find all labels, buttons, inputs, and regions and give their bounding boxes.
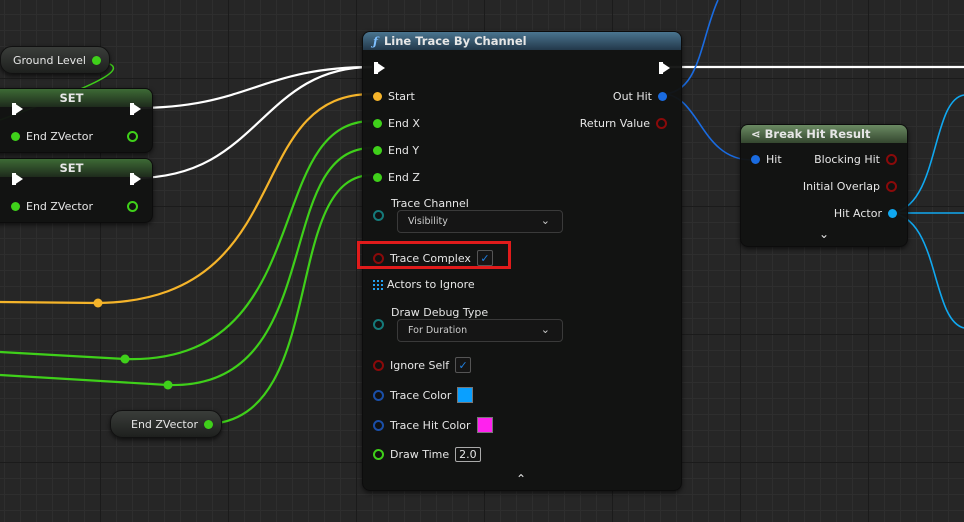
- set-title: SET: [59, 161, 84, 175]
- pin-initial-overlap: Initial Overlap: [802, 180, 880, 193]
- line-trace-node[interactable]: ƒ Line Trace By Channel Start End X End …: [357, 31, 682, 491]
- exec-out-pin[interactable]: [659, 62, 670, 74]
- dropdown-value: For Duration: [408, 325, 468, 336]
- float-out-pin[interactable]: [127, 131, 138, 142]
- node-title: Break Hit Result: [764, 127, 871, 141]
- array-icon[interactable]: [373, 279, 383, 290]
- exec-wire: [134, 65, 373, 110]
- pin-start: Start: [388, 90, 415, 103]
- exec-in-pin[interactable]: [12, 173, 23, 185]
- pin-blocking-hit: Blocking Hit: [814, 153, 880, 166]
- set-title: SET: [59, 91, 84, 105]
- channel-pin[interactable]: [373, 210, 384, 221]
- bool-pin[interactable]: [373, 359, 384, 371]
- exec-in-pin[interactable]: [374, 62, 385, 74]
- ground-level-node[interactable]: Ground Level: [0, 46, 110, 74]
- pin-end-z: End Z: [388, 171, 420, 184]
- float-pin[interactable]: [204, 419, 213, 429]
- pin-label: End ZVector: [26, 200, 93, 213]
- chevron-down-icon: ⌄: [540, 214, 550, 227]
- float-pin[interactable]: [373, 173, 382, 182]
- exec-out-pin[interactable]: [130, 103, 141, 115]
- float-pin[interactable]: [373, 449, 384, 460]
- trace-hit-color-swatch[interactable]: [476, 417, 493, 433]
- pin-actors-to-ignore: Actors to Ignore: [387, 278, 475, 291]
- reroute-knot: [120, 354, 130, 364]
- color-pin[interactable]: [373, 389, 384, 401]
- break-hit-result-node[interactable]: ⋖ Break Hit Result Hit Blocking Hit Init…: [740, 124, 908, 247]
- float-pin[interactable]: [11, 132, 20, 141]
- pin-end-y: End Y: [388, 144, 420, 157]
- pin-draw-time: Draw Time: [390, 448, 450, 461]
- bool-pin[interactable]: [886, 181, 897, 192]
- node-title: Line Trace By Channel: [383, 34, 527, 48]
- bool-pin[interactable]: [886, 154, 897, 165]
- exec-out-pin[interactable]: [130, 173, 141, 185]
- reroute-knot: [93, 298, 103, 308]
- chevron-down-icon: ⌄: [540, 323, 550, 336]
- float-pin[interactable]: [92, 55, 101, 65]
- float-pin[interactable]: [373, 146, 382, 155]
- highlight-box: [357, 241, 511, 269]
- pin-end-x: End X: [388, 117, 420, 130]
- trace-channel-dropdown[interactable]: Visibility ⌄: [397, 210, 563, 233]
- draw-debug-type-dropdown[interactable]: For Duration ⌄: [397, 319, 563, 342]
- draw-time-input[interactable]: 2.0: [455, 447, 481, 462]
- break-struct-icon: ⋖: [751, 127, 761, 141]
- reroute-knot: [163, 380, 173, 390]
- pin-hit: Hit: [766, 153, 782, 166]
- ignore-self-checkbox[interactable]: ✓: [455, 357, 472, 373]
- set-node[interactable]: SET End ZVector: [0, 88, 153, 153]
- object-pin[interactable]: [888, 209, 897, 218]
- struct-pin[interactable]: [751, 155, 760, 164]
- end-zvector-label: End ZVector: [131, 417, 198, 431]
- dropdown-value: Visibility: [408, 216, 448, 227]
- pin-draw-debug-type: Draw Debug Type: [391, 306, 489, 319]
- vector-pin[interactable]: [373, 92, 382, 101]
- float-out-pin[interactable]: [127, 201, 138, 212]
- break-hit-header: ⋖ Break Hit Result: [741, 125, 907, 143]
- float-wire: [204, 173, 373, 426]
- pin-trace-channel: Trace Channel: [391, 197, 469, 210]
- trace-color-swatch[interactable]: [457, 387, 474, 403]
- function-icon: ƒ: [373, 34, 378, 48]
- bool-pin[interactable]: [656, 118, 667, 129]
- pin-out-hit: Out Hit: [612, 90, 652, 103]
- pin-hit-actor: Hit Actor: [833, 207, 882, 220]
- end-zvector-getter[interactable]: End ZVector: [110, 410, 222, 438]
- pin-return-value: Return Value: [579, 117, 650, 130]
- struct-pin[interactable]: [658, 92, 667, 101]
- pin-trace-hit-color: Trace Hit Color: [390, 418, 471, 432]
- exec-in-pin[interactable]: [12, 103, 23, 115]
- float-pin[interactable]: [11, 202, 20, 211]
- expand-chevron-down-icon[interactable]: ⌄: [819, 227, 829, 241]
- pin-ignore-self: Ignore Self: [390, 358, 450, 372]
- debug-type-pin[interactable]: [373, 319, 384, 330]
- pin-label: End ZVector: [26, 130, 93, 143]
- set-node[interactable]: SET End ZVector: [0, 158, 153, 223]
- collapse-chevron-up-icon[interactable]: ⌃: [516, 472, 526, 486]
- color-pin[interactable]: [373, 419, 384, 431]
- ground-level-label: Ground Level: [13, 53, 86, 67]
- pin-trace-color: Trace Color: [390, 388, 452, 402]
- float-pin[interactable]: [373, 119, 382, 128]
- line-trace-header: ƒ Line Trace By Channel: [363, 32, 681, 50]
